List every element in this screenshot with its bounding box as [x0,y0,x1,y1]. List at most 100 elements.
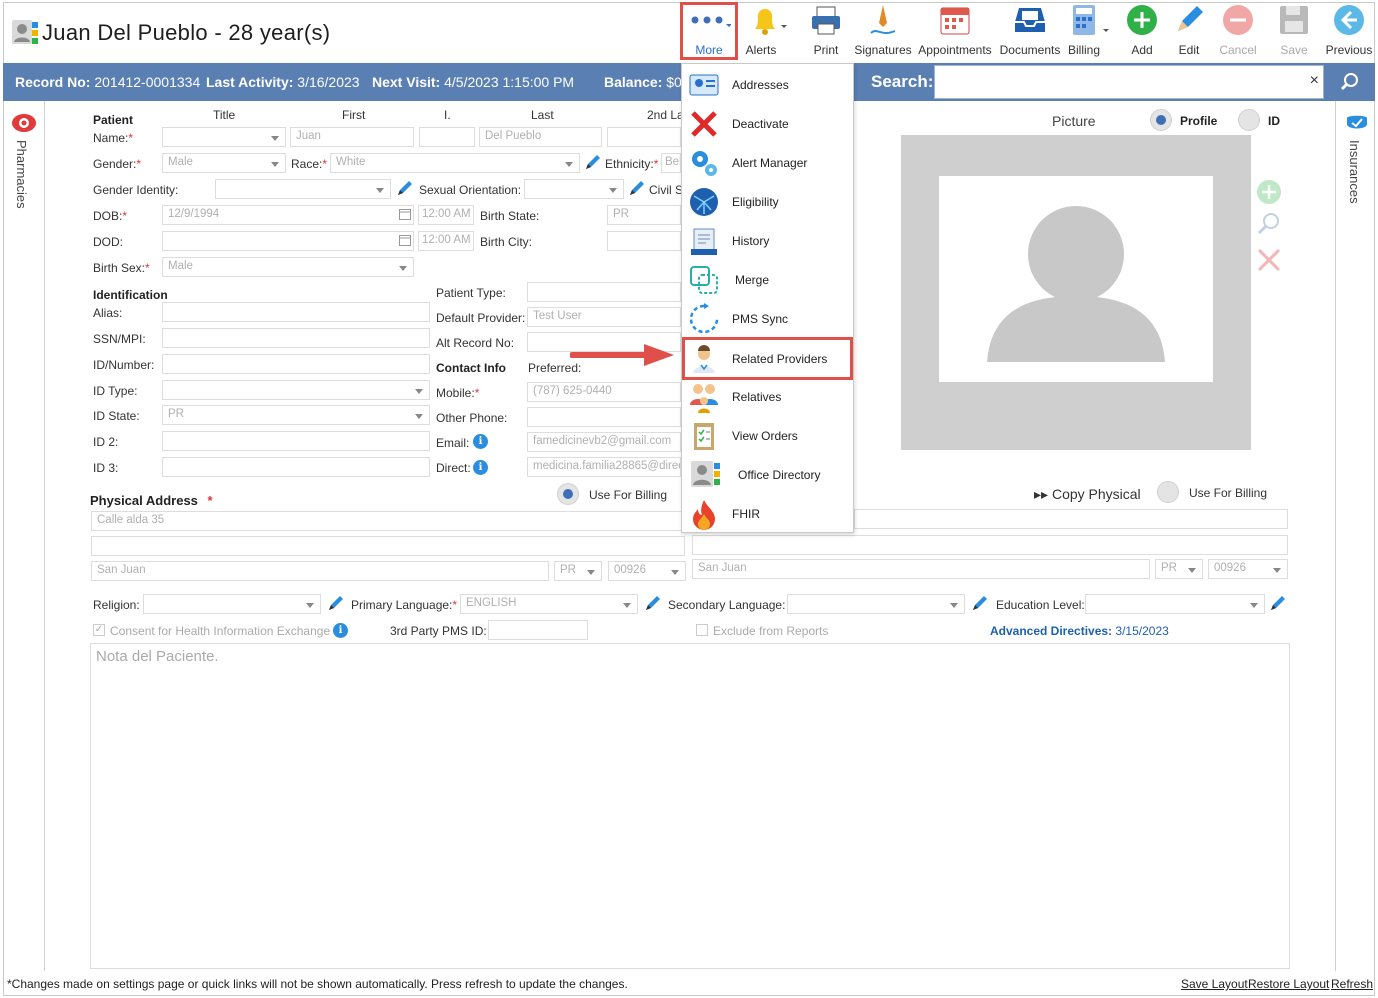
menu-item-addresses[interactable]: Addresses [682,65,853,104]
restore-layout-link[interactable]: Restore Layout [1248,977,1329,991]
edit-religion-pencil-icon[interactable] [327,594,345,612]
id-picture-radio[interactable] [1238,109,1260,131]
menu-item-view-orders[interactable]: View Orders [682,416,853,455]
dob-time-field[interactable]: 12:00 AM [418,205,474,225]
gender-select[interactable]: Male [162,153,286,173]
billing-button[interactable]: Billing [1062,2,1116,60]
consent-info-icon[interactable]: i [333,623,348,638]
second-last-name-field[interactable] [607,127,681,147]
title-select[interactable] [162,127,286,147]
profile-picture-radio[interactable] [1150,109,1172,131]
menu-item-alert-manager[interactable]: Alert Manager [682,143,853,182]
dod-field[interactable] [162,231,414,251]
dob-calendar-icon[interactable] [399,208,411,223]
dod-time-field[interactable]: 12:00 AM [418,231,474,251]
pharmacies-tab[interactable]: Pharmacies [14,140,29,209]
pms-id-field[interactable] [488,620,588,640]
education-level-select[interactable] [1085,594,1265,614]
first-name-field[interactable]: Juan [290,127,414,147]
edit-education-pencil-icon[interactable] [1269,594,1287,612]
postal-line1-field[interactable] [854,509,1288,529]
ssn-field[interactable] [162,328,430,348]
menu-item-pms-sync[interactable]: PMS Sync [682,299,853,338]
alias-field[interactable] [162,302,430,322]
address-state-select[interactable]: PR [554,561,602,581]
menu-item-related-providers[interactable]: Related Providers [682,337,853,380]
search-input[interactable]: × [934,65,1324,99]
clear-search-button[interactable]: × [1310,72,1319,90]
email-info-icon[interactable]: i [473,434,488,449]
edit-sexual-orientation-pencil-icon[interactable] [628,179,646,197]
documents-button[interactable]: Documents [998,2,1062,60]
edit-gender-identity-pencil-icon[interactable] [396,179,414,197]
menu-item-eligibility[interactable]: Eligibility [682,182,853,221]
religion-select[interactable] [143,594,321,614]
id-number-field[interactable] [162,354,430,374]
menu-item-relatives[interactable]: Relatives [682,377,853,416]
insurances-tab[interactable]: Insurances [1347,140,1362,204]
menu-item-fhir[interactable]: FHIR [682,494,853,533]
edit-button[interactable]: Edit [1167,2,1211,60]
more-button[interactable]: More [680,2,738,60]
last-name-field[interactable]: Del Pueblo [479,127,602,147]
menu-item-merge[interactable]: Merge [682,260,853,299]
patient-note-textarea[interactable]: Nota del Paciente. [90,643,1290,969]
zoom-picture-icon[interactable] [1255,210,1283,241]
save-layout-link[interactable]: Save Layout [1181,977,1248,991]
previous-button[interactable]: Previous [1322,2,1376,60]
appointments-button[interactable]: Appointments [914,2,996,60]
direct-info-icon[interactable]: i [473,460,488,475]
id2-field[interactable] [162,431,430,451]
default-provider-select[interactable]: Test User [527,307,681,327]
primary-language-select[interactable]: ENGLISH [460,594,638,614]
other-phone-field[interactable] [527,407,681,427]
exclude-reports-checkbox[interactable] [696,624,708,636]
birth-state-field[interactable]: PR [607,205,681,225]
menu-item-office-directory[interactable]: Office Directory [682,455,853,494]
mobile-field[interactable]: (787) 625-0440 [527,382,681,402]
sexual-orientation-select[interactable] [524,179,624,199]
edit-primary-language-pencil-icon[interactable] [644,594,662,612]
cancel-button[interactable]: Cancel [1214,2,1262,60]
postal-use-for-billing-radio[interactable] [1157,481,1179,503]
direct-field[interactable]: medicina.familia28865@direc [527,457,681,477]
menu-item-deactivate[interactable]: Deactivate [682,104,853,143]
id3-field[interactable] [162,457,430,477]
consent-checkbox[interactable]: ✓ [93,624,105,636]
dod-calendar-icon[interactable] [399,234,411,249]
email-field[interactable]: famedicinevb2@gmail.com [527,432,681,452]
id-type-select[interactable] [162,380,430,400]
secondary-language-select[interactable] [787,594,965,614]
patient-type-select[interactable] [527,282,681,302]
add-picture-icon[interactable] [1255,178,1283,209]
search-button[interactable] [1325,65,1375,99]
postal-line2-field[interactable] [692,535,1288,555]
copy-physical-button[interactable]: ▸▸ Copy Physical [1034,486,1141,503]
add-button[interactable]: Add [1120,2,1164,60]
id-state-select[interactable]: PR [162,405,430,425]
gender-identity-select[interactable] [215,179,391,199]
edit-race-pencil-icon[interactable] [584,153,602,171]
postal-state-select[interactable]: PR [1155,559,1203,579]
refresh-link[interactable]: Refresh [1331,977,1373,991]
signatures-button[interactable]: Signatures [853,2,913,60]
birth-city-field[interactable] [607,231,681,251]
address-zip-select[interactable]: 00926 [608,561,686,581]
edit-secondary-language-pencil-icon[interactable] [971,594,989,612]
ethnicity-select[interactable]: Bel [661,153,681,173]
birth-sex-select[interactable]: Male [162,257,414,277]
race-select[interactable]: White [330,153,580,173]
address-line1-field[interactable]: Calle alda 35 [91,511,685,531]
insurances-tab-icon[interactable] [1344,112,1370,137]
address-city-field[interactable]: San Juan [91,561,549,581]
save-button[interactable]: Save [1270,2,1318,60]
contact-use-for-billing-radio[interactable] [557,483,579,505]
delete-picture-icon[interactable] [1255,246,1283,277]
alerts-button[interactable]: Alerts [740,2,794,60]
postal-city-field[interactable]: San Juan [692,559,1150,579]
dob-field[interactable]: 12/9/1994 [162,205,414,225]
print-button[interactable]: Print [800,2,852,60]
menu-item-history[interactable]: History [682,221,853,260]
advanced-directives-link[interactable]: Advanced Directives: 3/15/2023 [990,624,1169,638]
address-line2-field[interactable] [91,536,685,556]
